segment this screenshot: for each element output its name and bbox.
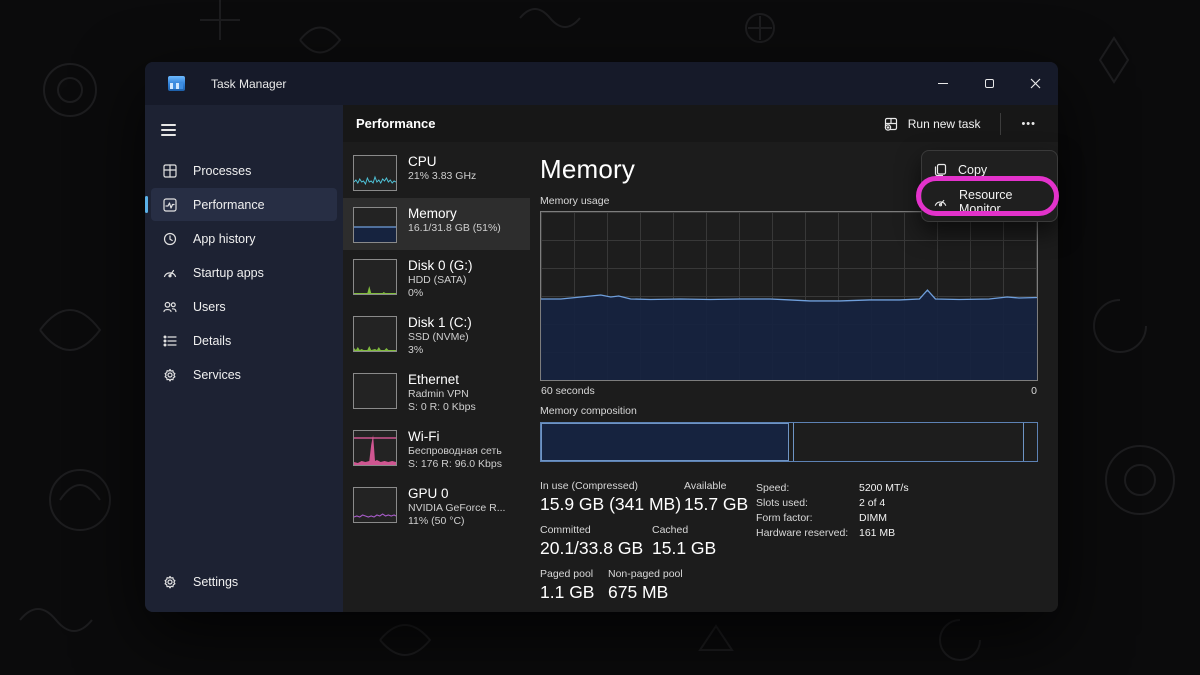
cpu-mini-graph — [353, 155, 397, 191]
menu-item-label: Copy — [958, 163, 987, 177]
services-gear-icon — [162, 367, 178, 383]
task-manager-app-icon — [168, 76, 185, 91]
device-item-memory[interactable]: Memory 16.1/31.8 GB (51%) — [343, 198, 530, 250]
device-item-ethernet[interactable]: Ethernet Radmin VPN S: 0 R: 0 Kbps — [343, 364, 530, 421]
window-title: Task Manager — [211, 77, 286, 91]
menu-item-resource-monitor[interactable]: Resource Monitor — [922, 186, 1057, 218]
sidebar: Processes Performance App history Startu… — [145, 105, 343, 612]
in-use-label: In use (Compressed) — [540, 480, 672, 492]
sidebar-item-details[interactable]: Details — [151, 324, 337, 357]
speedometer-icon — [162, 265, 178, 281]
menu-item-copy[interactable]: Copy — [922, 154, 1057, 186]
sidebar-item-label: Processes — [193, 164, 251, 178]
slots-used-label: Slots used: — [756, 496, 859, 511]
maximize-icon — [985, 79, 994, 88]
memory-usage-graph — [540, 211, 1038, 381]
composition-in-use-segment — [541, 423, 789, 461]
gpu-mini-graph — [353, 487, 397, 523]
run-new-task-icon — [883, 116, 899, 132]
clock-history-icon — [162, 231, 178, 247]
available-value: 15.7 GB — [684, 494, 748, 514]
nonpaged-pool-label: Non-paged pool — [608, 568, 683, 580]
device-item-wifi[interactable]: Wi-Fi Беспроводная сеть S: 176 R: 96.0 K… — [343, 421, 530, 478]
header-separator — [1000, 113, 1001, 135]
navigation-menu-button[interactable] — [153, 115, 193, 145]
composition-divider — [1023, 423, 1024, 461]
task-manager-window: Task Manager Processes Perform — [145, 62, 1058, 612]
hardware-reserved-value: 161 MB — [859, 526, 895, 541]
more-options-button[interactable]: ••• — [1009, 110, 1048, 138]
run-new-task-label: Run new task — [908, 117, 981, 131]
memory-composition-bar — [540, 422, 1038, 462]
ethernet-mini-graph — [353, 373, 397, 409]
paged-pool-label: Paged pool — [540, 568, 596, 580]
device-item-disk-1[interactable]: Disk 1 (C:) SSD (NVMe) 3% — [343, 307, 530, 364]
memory-mini-graph — [353, 207, 397, 243]
sidebar-item-startup-apps[interactable]: Startup apps — [151, 256, 337, 289]
slots-used-value: 2 of 4 — [859, 496, 885, 511]
close-button[interactable] — [1012, 62, 1058, 105]
speed-label: Speed: — [756, 481, 859, 496]
sidebar-item-label: Startup apps — [193, 266, 264, 280]
device-item-cpu[interactable]: CPU 21% 3.83 GHz — [343, 146, 530, 198]
performance-icon — [162, 197, 178, 213]
users-icon — [162, 299, 178, 315]
sidebar-item-app-history[interactable]: App history — [151, 222, 337, 255]
time-axis-left-label: 60 seconds — [541, 385, 595, 397]
sidebar-item-performance[interactable]: Performance — [151, 188, 337, 221]
disk0-mini-graph — [353, 259, 397, 295]
context-menu: Copy Resource Monitor — [921, 150, 1058, 222]
copy-icon — [933, 163, 947, 177]
sidebar-item-label: App history — [193, 232, 256, 246]
composition-divider — [793, 423, 794, 461]
sidebar-item-services[interactable]: Services — [151, 358, 337, 391]
sidebar-item-label: Users — [193, 300, 226, 314]
minimize-icon — [938, 83, 948, 84]
paged-pool-value: 1.1 GB — [540, 582, 594, 602]
maximize-button[interactable] — [966, 62, 1012, 105]
form-factor-label: Form factor: — [756, 511, 859, 526]
speed-value: 5200 MT/s — [859, 481, 909, 496]
sidebar-item-users[interactable]: Users — [151, 290, 337, 323]
cached-value: 15.1 GB — [652, 538, 716, 558]
sidebar-item-label: Services — [193, 368, 241, 382]
sidebar-item-settings[interactable]: Settings — [151, 565, 337, 598]
memory-stats: In use (Compressed) 15.9 GB (341 MB) Ava… — [540, 480, 752, 612]
page-title: Performance — [356, 116, 435, 131]
memory-composition-label: Memory composition — [540, 405, 1038, 417]
titlebar: Task Manager — [145, 62, 1058, 105]
sidebar-item-label: Settings — [193, 575, 238, 589]
sidebar-item-label: Performance — [193, 198, 265, 212]
settings-gear-icon — [162, 574, 178, 590]
performance-device-list: CPU 21% 3.83 GHz Memory 16.1/31.8 GB (51… — [343, 142, 530, 612]
form-factor-value: DIMM — [859, 511, 887, 526]
close-icon — [1030, 78, 1041, 89]
wifi-mini-graph — [353, 430, 397, 466]
in-use-value: 15.9 GB (341 MB) — [540, 494, 681, 514]
committed-label: Committed — [540, 524, 640, 536]
hardware-info: Speed:5200 MT/s Slots used:2 of 4 Form f… — [756, 480, 909, 612]
hardware-reserved-label: Hardware reserved: — [756, 526, 859, 541]
device-item-gpu-0[interactable]: GPU 0 NVIDIA GeForce R... 11% (50 °C) — [343, 478, 530, 535]
menu-item-label: Resource Monitor — [959, 188, 1057, 216]
committed-value: 20.1/33.8 GB — [540, 538, 643, 558]
details-list-icon — [162, 333, 178, 349]
disk1-mini-graph — [353, 316, 397, 352]
sidebar-item-label: Details — [193, 334, 231, 348]
device-item-disk-0[interactable]: Disk 0 (G:) HDD (SATA) 0% — [343, 250, 530, 307]
run-new-task-button[interactable]: Run new task — [871, 110, 993, 138]
time-axis-right-label: 0 — [1031, 385, 1037, 397]
cached-label: Cached — [652, 524, 716, 536]
sidebar-item-processes[interactable]: Processes — [151, 154, 337, 187]
page-header: Performance Run new task ••• — [343, 105, 1058, 142]
minimize-button[interactable] — [920, 62, 966, 105]
available-label: Available — [684, 480, 748, 492]
nonpaged-pool-value: 675 MB — [608, 582, 668, 602]
processes-icon — [162, 163, 178, 179]
resource-monitor-icon — [933, 195, 948, 210]
